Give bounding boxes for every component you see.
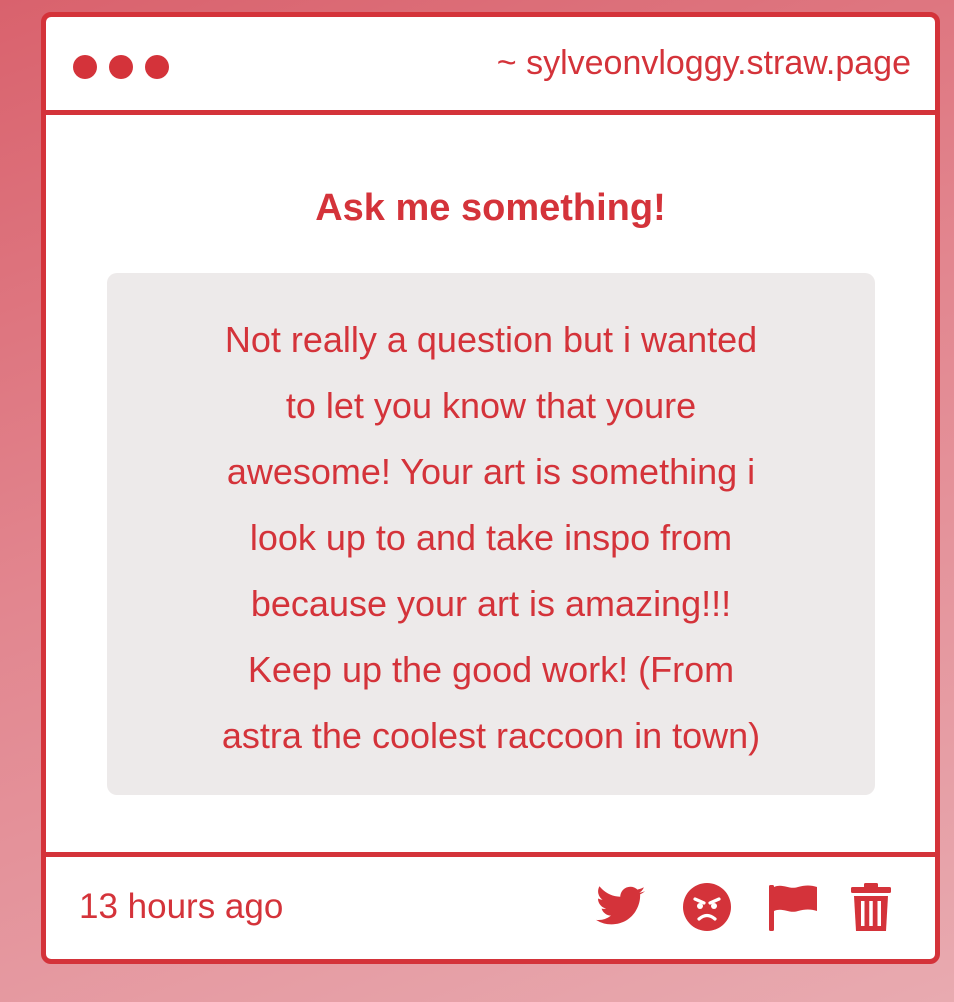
card-content: Ask me something! Not really a question … bbox=[46, 115, 935, 855]
react-angry-button[interactable] bbox=[681, 882, 733, 932]
card-footer: 13 hours ago bbox=[46, 852, 935, 959]
question-line: to let you know that youre bbox=[285, 385, 697, 426]
page-title: Ask me something! bbox=[315, 187, 666, 229]
question-line: Keep up the good work! (From bbox=[247, 649, 735, 690]
question-line: because your art is amazing!!! bbox=[250, 583, 732, 624]
ask-card: ~ sylveonvloggy.straw.page Ask me someth… bbox=[41, 12, 940, 964]
flag-icon bbox=[769, 885, 817, 931]
twitter-icon bbox=[596, 886, 646, 925]
window-dot-1[interactable] bbox=[73, 55, 97, 79]
delete-button[interactable] bbox=[849, 882, 893, 932]
question-line: awesome! Your art is something i bbox=[226, 451, 756, 492]
report-button[interactable] bbox=[767, 881, 819, 933]
question-text: Not really a question but i wanted to le… bbox=[147, 307, 835, 769]
question-bubble: Not really a question but i wanted to le… bbox=[107, 273, 875, 795]
question-line: astra the coolest raccoon in town) bbox=[221, 715, 761, 756]
timestamp: 13 hours ago bbox=[79, 887, 284, 926]
window-dot-3[interactable] bbox=[145, 55, 169, 79]
share-twitter-button[interactable] bbox=[595, 886, 647, 928]
question-line: look up to and take inspo from bbox=[249, 517, 733, 558]
question-line: Not really a question but i wanted bbox=[224, 319, 758, 360]
angry-face-icon bbox=[683, 883, 731, 931]
window-dot-2[interactable] bbox=[109, 55, 133, 79]
window-controls bbox=[73, 55, 169, 79]
page-url[interactable]: ~ sylveonvloggy.straw.page bbox=[497, 44, 911, 83]
window-titlebar: ~ sylveonvloggy.straw.page bbox=[46, 17, 935, 115]
action-bar bbox=[595, 879, 893, 935]
trash-icon bbox=[851, 883, 891, 931]
